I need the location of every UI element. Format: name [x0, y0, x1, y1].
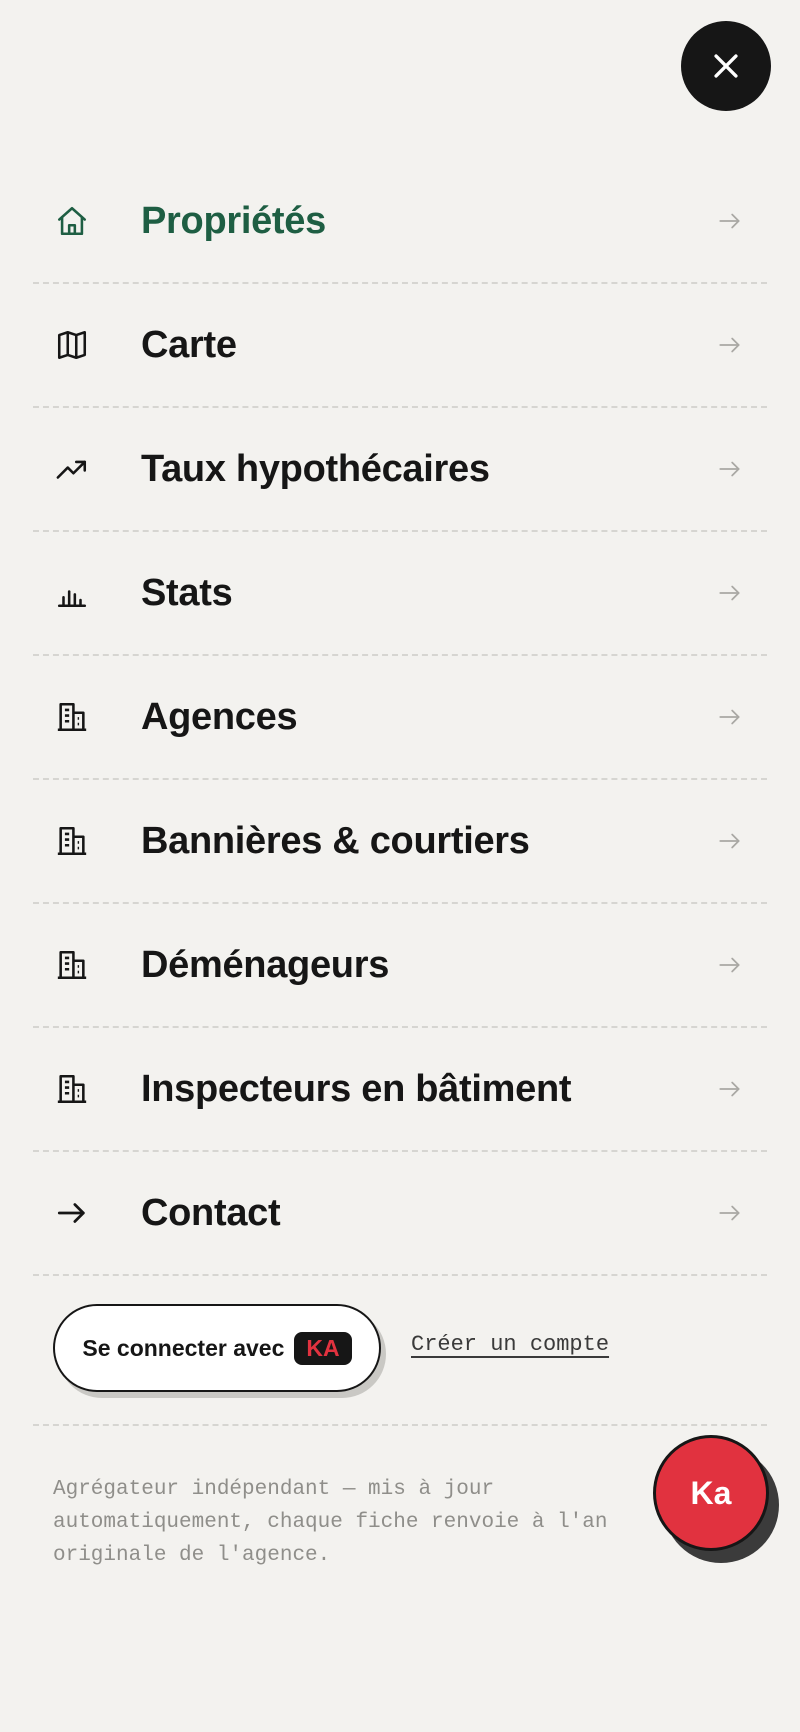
chevron-arrow-icon: [717, 580, 743, 606]
chevron-arrow-icon: [717, 952, 743, 978]
chevron-arrow-icon: [717, 1076, 743, 1102]
footer-disclaimer: Agrégateur indépendant — mis à jour auto…: [53, 1478, 608, 1567]
ka-fab-button[interactable]: Ka: [653, 1435, 769, 1551]
menu-item-label: Agences: [141, 695, 298, 738]
building-icon: [55, 1072, 89, 1106]
building-icon: [55, 948, 89, 982]
chevron-arrow-icon: [717, 828, 743, 854]
menu-item-label: Taux hypothécaires: [141, 447, 490, 490]
close-icon: [714, 54, 738, 78]
menu-item-label: Inspecteurs en bâtiment: [141, 1067, 572, 1110]
menu-item-bannieres-courtiers[interactable]: Bannières & courtiers: [33, 780, 767, 904]
chevron-arrow-icon: [717, 208, 743, 234]
chevron-arrow-icon: [717, 1200, 743, 1226]
close-button[interactable]: [681, 21, 771, 111]
connect-button[interactable]: Se connecter avec KA: [53, 1304, 381, 1392]
menu-item-inspecteurs-batiment[interactable]: Inspecteurs en bâtiment: [33, 1028, 767, 1152]
menu-item-proprietes[interactable]: Propriétés: [33, 160, 767, 284]
menu-item-stats[interactable]: Stats: [33, 532, 767, 656]
chevron-arrow-icon: [717, 332, 743, 358]
menu-item-taux-hypothecaires[interactable]: Taux hypothécaires: [33, 408, 767, 532]
menu-item-carte[interactable]: Carte: [33, 284, 767, 408]
connect-button-label: Se connecter avec: [82, 1334, 285, 1361]
create-account-link[interactable]: Créer un compte: [411, 1332, 609, 1357]
menu-item-label: Contact: [141, 1191, 281, 1234]
home-icon: [55, 204, 89, 238]
map-icon: [55, 328, 89, 362]
auth-row: Se connecter avec KA Créer un compte: [33, 1272, 767, 1426]
building-icon: [55, 824, 89, 858]
bar-chart-icon: [55, 576, 89, 610]
trending-up-icon: [55, 452, 89, 486]
menu-item-demenageurs[interactable]: Déménageurs: [33, 904, 767, 1028]
main-menu: Propriétés Carte Taux hypothécaires Stat…: [33, 160, 767, 1276]
menu-item-label: Stats: [141, 571, 233, 614]
chevron-arrow-icon: [717, 704, 743, 730]
menu-item-contact[interactable]: Contact: [33, 1152, 767, 1276]
arrow-right-icon: [55, 1196, 89, 1230]
menu-item-label: Carte: [141, 323, 237, 366]
ka-badge: KA: [294, 1331, 352, 1365]
menu-item-label: Propriétés: [141, 199, 326, 242]
building-icon: [55, 700, 89, 734]
menu-item-label: Bannières & courtiers: [141, 819, 530, 862]
chevron-arrow-icon: [717, 456, 743, 482]
menu-item-agences[interactable]: Agences: [33, 656, 767, 780]
menu-item-label: Déménageurs: [141, 943, 390, 986]
